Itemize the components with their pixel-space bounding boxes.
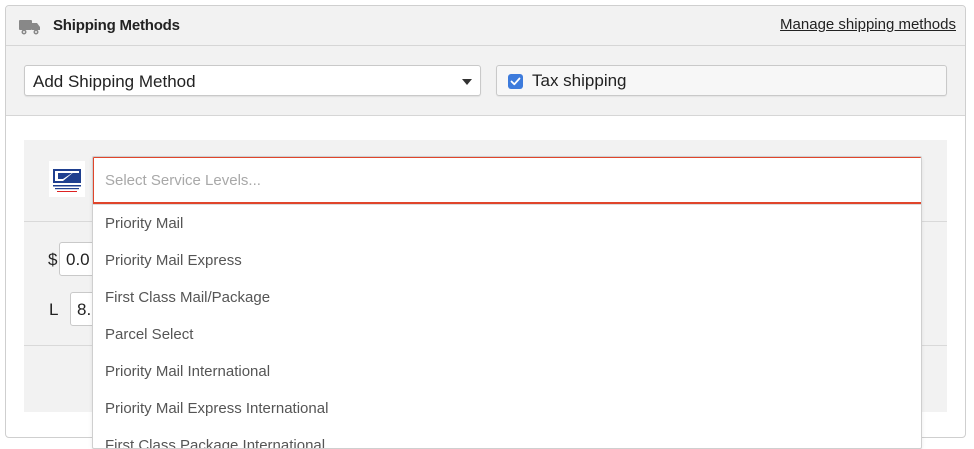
chevron-down-icon [462,79,472,85]
currency-symbol: $ [48,250,58,269]
manage-shipping-methods-link[interactable]: Manage shipping methods [780,16,956,33]
length-label: L [49,300,59,319]
service-level-option[interactable]: Priority Mail [93,205,921,242]
checkmark-icon [510,77,521,86]
truck-icon [19,19,41,35]
add-shipping-method-value: Add Shipping Method [33,72,196,91]
service-levels-placeholder: Select Service Levels... [105,172,261,189]
service-level-option[interactable]: Priority Mail International [93,353,921,390]
service-levels-list: Priority Mail Priority Mail Express Firs… [93,204,921,448]
service-level-option[interactable]: First Class Mail/Package [93,279,921,316]
service-level-option[interactable]: Priority Mail Express [93,242,921,279]
service-levels-search-input[interactable]: Select Service Levels... [93,157,921,204]
panel-title: Shipping Methods [53,17,180,34]
shipping-toolbar: Add Shipping Method Tax shipping [6,46,965,116]
panel-header: Shipping Methods Manage shipping methods [6,6,965,46]
add-shipping-method-select[interactable]: Add Shipping Method [24,65,481,96]
service-level-option[interactable]: Parcel Select [93,316,921,353]
service-level-option[interactable]: Priority Mail Express International [93,390,921,427]
tax-shipping-label: Tax shipping [532,71,627,90]
tax-shipping-option[interactable]: Tax shipping [496,65,947,96]
usps-logo [49,161,85,197]
service-levels-dropdown[interactable]: Select Service Levels... Priority Mail P… [92,156,922,449]
tax-shipping-checkbox[interactable] [508,74,523,89]
service-level-option[interactable]: First Class Package International [93,427,921,448]
